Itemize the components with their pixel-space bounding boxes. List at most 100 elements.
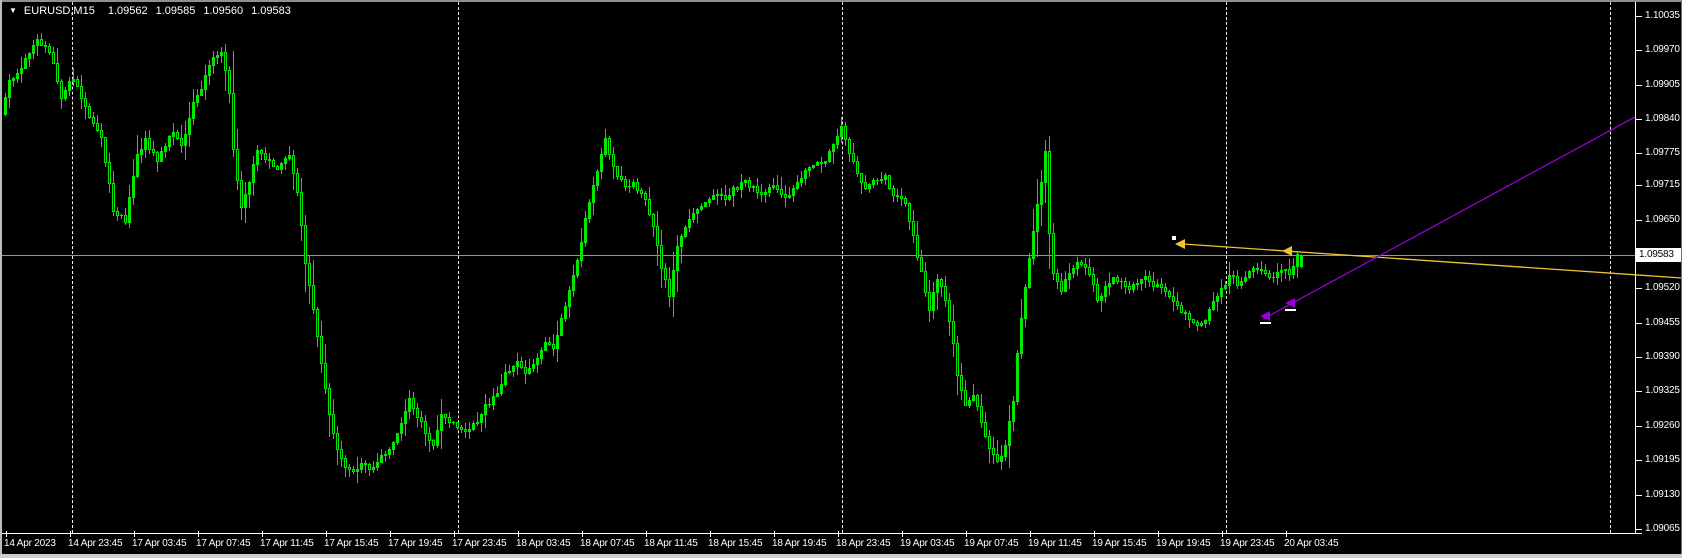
candle-body (988, 436, 991, 449)
candle-body (184, 134, 187, 146)
candle-body (744, 180, 747, 183)
candle-body (268, 159, 271, 161)
candle-body (1208, 309, 1211, 321)
candle-body (108, 162, 111, 184)
candle-body (200, 89, 203, 96)
candle-body (644, 193, 647, 200)
candle-body (444, 414, 447, 418)
candle-body (1284, 269, 1287, 271)
candle-body (1188, 313, 1191, 320)
candle-body (24, 58, 27, 69)
time-axis-label: 17 Apr 19:45 (388, 538, 443, 549)
price-axis-label: 1.09195 (1645, 454, 1680, 465)
candle-body (208, 65, 211, 76)
candle-wick (385, 451, 386, 462)
current-price-line (2, 255, 1635, 256)
candle-wick (269, 153, 270, 169)
candle-wick (349, 464, 350, 477)
candle-body (728, 195, 731, 200)
candle-body (1048, 151, 1051, 234)
price-axis-tick (1636, 495, 1642, 496)
candle-body (460, 427, 463, 430)
candle-body (596, 171, 599, 186)
purple-trendline[interactable] (1262, 116, 1636, 320)
candle-body (104, 137, 107, 163)
price-axis-label: 1.09715 (1645, 179, 1680, 190)
candle-body (848, 139, 851, 154)
candle-body (1132, 284, 1135, 290)
candle-body (820, 162, 823, 164)
candle-body (1200, 323, 1203, 326)
candle-body (944, 286, 947, 301)
current-price-badge: 1.09583 (1636, 248, 1681, 262)
candle-body (592, 185, 595, 203)
candle-body (1036, 204, 1039, 232)
time-axis-label: 17 Apr 03:45 (132, 538, 187, 549)
day-separator-line (1610, 2, 1611, 533)
candle-body (672, 270, 675, 297)
candle-body (60, 81, 63, 99)
candle-body (1052, 233, 1055, 274)
candle-body (796, 182, 799, 189)
candle-body (368, 464, 371, 470)
candle-body (1248, 271, 1251, 278)
candle-body (488, 404, 491, 405)
candle-body (360, 463, 363, 470)
candle-body (500, 384, 503, 394)
candle-body (300, 192, 303, 226)
candle-body (312, 285, 315, 310)
time-axis-label: 14 Apr 23:45 (68, 538, 123, 549)
purple-left-arrow-1[interactable] (1260, 311, 1270, 321)
candle-body (832, 144, 835, 152)
candle-body (132, 176, 135, 198)
price-axis-label: 1.10035 (1645, 10, 1680, 21)
candle-body (700, 206, 703, 210)
candle-body (604, 138, 607, 155)
price-axis-tick (1636, 220, 1642, 221)
candle-body (856, 161, 859, 174)
candle-body (1152, 281, 1155, 287)
arrow-underline-mark (1260, 322, 1271, 324)
candle-wick (821, 157, 822, 173)
candle-body (1204, 320, 1207, 324)
time-axis-label: 18 Apr 23:45 (836, 538, 891, 549)
time-axis-label: 19 Apr 11:45 (1028, 538, 1082, 549)
candle-body (336, 433, 339, 450)
time-axis-label: 18 Apr 15:45 (708, 538, 763, 549)
candle-body (160, 151, 163, 162)
yellow-left-arrow-1[interactable] (1175, 239, 1185, 249)
candle-body (36, 39, 39, 46)
candle-body (792, 188, 795, 196)
candle-body (348, 467, 351, 470)
candle-body (424, 421, 427, 434)
candle-body (400, 423, 403, 434)
candle-body (764, 192, 767, 195)
symbol-dropdown-icon[interactable]: ▼ (9, 6, 17, 15)
candle-body (908, 203, 911, 222)
candle-body (752, 186, 755, 188)
candle-body (588, 202, 591, 219)
purple-left-arrow-2[interactable] (1285, 298, 1295, 308)
day-separator-line (458, 2, 459, 533)
candle-body (952, 321, 955, 344)
candle-body (568, 290, 571, 307)
candle-body (64, 90, 67, 99)
candle-wick (73, 68, 74, 86)
price-axis-label: 1.09455 (1645, 317, 1680, 328)
candle-body (608, 138, 611, 155)
candle-body (884, 175, 887, 180)
candle-body (168, 136, 171, 147)
candle-body (544, 342, 547, 351)
candle-body (40, 39, 43, 46)
candle-body (948, 300, 951, 322)
candle-body (668, 279, 671, 297)
window-border-top (0, 0, 1682, 2)
candle-body (572, 275, 575, 291)
candle-body (676, 246, 679, 271)
candle-body (940, 279, 943, 287)
candle-body (248, 182, 251, 195)
candle-body (480, 414, 483, 423)
candle-body (344, 458, 347, 468)
candle-body (212, 57, 215, 66)
candle-body (1044, 151, 1047, 183)
